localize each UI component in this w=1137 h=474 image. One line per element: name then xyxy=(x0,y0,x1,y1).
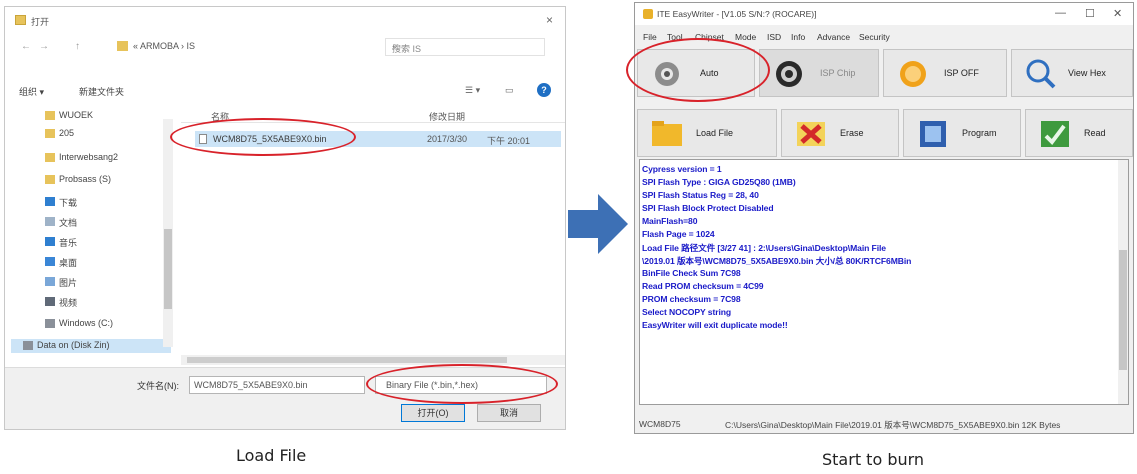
app-title: ITE EasyWriter - [V1.05 S/N:? (ROCARE)] xyxy=(657,9,817,19)
menu-isd[interactable]: ISD xyxy=(767,32,781,42)
read-button[interactable]: Read xyxy=(1025,109,1133,157)
log-line: SPI Flash Type : GIGA GD25Q80 (1MB) xyxy=(642,177,796,187)
log-line: Load File 路径文件 [3/27 41] : 2:\Users\Gina… xyxy=(642,243,886,253)
cancel-button[interactable]: 取消 xyxy=(477,404,541,422)
log-scrollbar[interactable] xyxy=(1118,160,1128,404)
music-icon xyxy=(45,237,55,246)
dialog-title: 打开 xyxy=(31,17,50,27)
drive-icon xyxy=(23,341,33,350)
preview-pane-icon[interactable]: ▭ xyxy=(505,85,514,96)
desktop-icon xyxy=(45,257,55,266)
organize-button[interactable]: 组织 ▾ xyxy=(19,85,44,98)
highlight-oval xyxy=(366,364,558,404)
filename-input[interactable]: WCM8D75_5X5ABE9X0.bin xyxy=(189,376,365,394)
status-bar: WCM8D75 C:\Users\Gina\Desktop\Main File\… xyxy=(635,415,1133,433)
command-bar: 组织 ▾ 新建文件夹 ☰ ▾ ▭ ? xyxy=(5,81,565,101)
app-titlebar: ITE EasyWriter - [V1.05 S/N:? (ROCARE)] … xyxy=(635,3,1133,25)
log-line: EasyWriter will exit duplicate mode!! xyxy=(642,320,788,330)
log-line: Cypress version = 1 xyxy=(642,164,722,174)
log-line: Select NOCOPY string xyxy=(642,307,732,317)
help-icon[interactable]: ? xyxy=(537,83,551,97)
document-icon xyxy=(45,217,55,226)
search-input[interactable]: 搜索 IS ⌕ xyxy=(385,38,545,56)
folder-icon xyxy=(117,41,128,51)
menu-mode[interactable]: Mode xyxy=(735,32,756,42)
search-icon: ⌕ xyxy=(392,41,398,52)
nav-item-selected[interactable]: Data on (Disk Zin) xyxy=(11,339,171,353)
address-bar: ← → ↑ « ARMOBA › IS 搜索 IS ⌕ xyxy=(5,33,565,61)
load-file-button[interactable]: Load File xyxy=(637,109,777,157)
navigation-pane: WUOEK 205 Interwebsang2 Probsass (S) 下载 … xyxy=(5,107,173,357)
pictures-icon xyxy=(45,277,55,286)
path-text: « ARMOBA › IS xyxy=(133,41,196,51)
magnifier-icon xyxy=(1026,59,1056,89)
isp-off-button[interactable]: ISP OFF xyxy=(883,49,1007,97)
view-hex-button[interactable]: View Hex xyxy=(1011,49,1133,97)
menu-info[interactable]: Info xyxy=(791,32,805,42)
menu-file[interactable]: File xyxy=(643,32,657,42)
output-log: Cypress version = 1 SPI Flash Type : GIG… xyxy=(639,159,1129,405)
log-line: PROM checksum = 7C98 xyxy=(642,294,741,304)
log-line: \2019.01 版本号\WCM8D75_5X5ABE9X0.bin 大小/总 … xyxy=(642,256,912,266)
menu-advance[interactable]: Advance xyxy=(817,32,850,42)
read-icon xyxy=(1041,121,1069,147)
folder-icon xyxy=(45,175,55,184)
status-path: C:\Users\Gina\Desktop\Main File\2019.01 … xyxy=(725,420,1061,430)
file-time: 下午 20:01 xyxy=(487,136,531,146)
log-line: SPI Flash Status Reg = 28, 40 xyxy=(642,190,759,200)
close-icon[interactable]: × xyxy=(546,13,553,27)
folder-icon xyxy=(45,111,55,120)
highlight-oval xyxy=(170,118,356,156)
minimize-icon[interactable]: — xyxy=(1055,7,1066,19)
scrollbar-thumb[interactable] xyxy=(164,229,172,309)
path-field[interactable]: « ARMOBA › IS xyxy=(117,38,367,56)
program-button[interactable]: Program xyxy=(903,109,1021,157)
file-list-hscrollbar[interactable] xyxy=(181,355,565,365)
video-icon xyxy=(45,297,55,306)
menu-security[interactable]: Security xyxy=(859,32,890,42)
caption-load-file: Load File xyxy=(236,446,307,465)
right-arrow-icon xyxy=(568,194,628,254)
log-line: MainFlash=80 xyxy=(642,216,698,226)
folder-icon xyxy=(45,153,55,162)
folder-icon xyxy=(45,129,55,138)
new-folder-button[interactable]: 新建文件夹 xyxy=(79,85,124,98)
log-line: Flash Page = 1024 xyxy=(642,229,715,239)
close-icon[interactable]: ✕ xyxy=(1113,7,1122,20)
app-icon xyxy=(643,9,653,19)
folder-icon xyxy=(15,15,26,25)
dialog-titlebar: 打开 × xyxy=(5,7,565,33)
erase-icon xyxy=(797,122,825,146)
view-options-icon[interactable]: ☰ ▾ xyxy=(465,85,480,96)
drive-icon xyxy=(45,319,55,328)
log-line: Read PROM checksum = 4C99 xyxy=(642,281,764,291)
filename-value: WCM8D75_5X5ABE9X0.bin xyxy=(194,380,308,390)
isp-chip-button[interactable]: ISP Chip xyxy=(759,49,879,97)
file-date: 2017/3/30 xyxy=(427,134,468,144)
program-icon xyxy=(920,121,946,147)
scrollbar-thumb[interactable] xyxy=(1119,250,1127,370)
highlight-oval xyxy=(626,38,770,102)
up-icon[interactable]: ↑ xyxy=(75,41,80,52)
status-chip: WCM8D75 xyxy=(639,419,681,429)
nav-scrollbar[interactable] xyxy=(163,119,173,347)
scrollbar-thumb[interactable] xyxy=(187,357,507,363)
filename-label: 文件名(N): xyxy=(137,381,179,391)
back-icon[interactable]: ← xyxy=(21,41,31,52)
maximize-icon[interactable]: ☐ xyxy=(1085,7,1095,20)
folder-icon xyxy=(652,121,682,146)
caption-start-to-burn: Start to burn xyxy=(822,450,925,469)
download-icon xyxy=(45,197,55,206)
log-line: BinFile Check Sum 7C98 xyxy=(642,268,741,278)
forward-icon[interactable]: → xyxy=(39,41,49,52)
column-date[interactable]: 修改日期 xyxy=(429,110,465,123)
chip-icon xyxy=(776,61,802,87)
power-icon xyxy=(900,61,926,87)
open-button[interactable]: 打开(O) xyxy=(401,404,465,422)
erase-button[interactable]: Erase xyxy=(781,109,899,157)
log-line: SPI Flash Block Protect Disabled xyxy=(642,203,774,213)
